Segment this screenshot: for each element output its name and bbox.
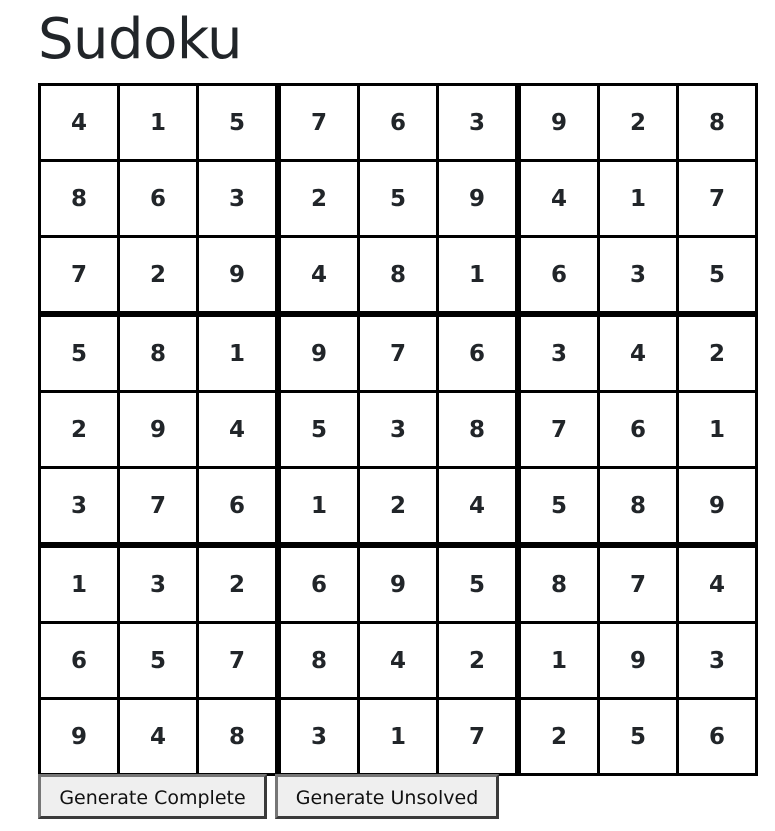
sudoku-cell[interactable]: 4 [597, 312, 679, 393]
sudoku-board: 4157639288632594177294816355819763422945… [38, 83, 758, 776]
sudoku-cell[interactable]: 5 [117, 621, 199, 700]
sudoku-cell[interactable]: 2 [196, 543, 281, 624]
board-row: 132695874 [38, 543, 758, 624]
sudoku-cell[interactable]: 4 [676, 543, 758, 624]
sudoku-cell[interactable]: 7 [516, 390, 600, 469]
sudoku-cell[interactable]: 4 [38, 83, 120, 162]
board-row: 729481635 [38, 235, 758, 317]
sudoku-cell[interactable]: 7 [196, 621, 281, 700]
sudoku-cell[interactable]: 1 [516, 621, 600, 700]
sudoku-cell[interactable]: 6 [516, 235, 600, 317]
button-bar: Generate Complete Generate Unsolved [38, 774, 499, 819]
sudoku-cell[interactable]: 1 [597, 159, 679, 238]
sudoku-cell[interactable]: 6 [357, 83, 439, 162]
sudoku-cell[interactable]: 5 [196, 83, 281, 162]
sudoku-cell[interactable]: 2 [436, 621, 521, 700]
sudoku-cell[interactable]: 7 [117, 466, 199, 548]
sudoku-cell[interactable]: 5 [597, 697, 679, 776]
sudoku-cell[interactable]: 8 [38, 159, 120, 238]
board-row: 415763928 [38, 83, 758, 162]
sudoku-cell[interactable]: 7 [357, 312, 439, 393]
sudoku-cell[interactable]: 5 [436, 543, 521, 624]
sudoku-cell[interactable]: 2 [357, 466, 439, 548]
sudoku-cell[interactable]: 8 [357, 235, 439, 317]
sudoku-cell[interactable]: 2 [676, 312, 758, 393]
sudoku-cell[interactable]: 1 [357, 697, 439, 776]
sudoku-cell[interactable]: 3 [597, 235, 679, 317]
sudoku-cell[interactable]: 9 [117, 390, 199, 469]
board-row: 863259417 [38, 159, 758, 238]
sudoku-cell[interactable]: 3 [38, 466, 120, 548]
sudoku-cell[interactable]: 3 [117, 543, 199, 624]
sudoku-cell[interactable]: 6 [38, 621, 120, 700]
sudoku-cell[interactable]: 7 [436, 697, 521, 776]
sudoku-cell[interactable]: 7 [38, 235, 120, 317]
board-row: 581976342 [38, 312, 758, 393]
sudoku-cell[interactable]: 3 [357, 390, 439, 469]
sudoku-cell[interactable]: 9 [38, 697, 120, 776]
sudoku-cell[interactable]: 9 [196, 235, 281, 317]
sudoku-cell[interactable]: 3 [276, 697, 360, 776]
sudoku-cell[interactable]: 9 [276, 312, 360, 393]
sudoku-cell[interactable]: 4 [516, 159, 600, 238]
sudoku-cell[interactable]: 8 [676, 83, 758, 162]
sudoku-cell[interactable]: 9 [597, 621, 679, 700]
sudoku-cell[interactable]: 2 [38, 390, 120, 469]
board-row: 376124589 [38, 466, 758, 548]
generate-unsolved-button[interactable]: Generate Unsolved [275, 774, 499, 819]
sudoku-cell[interactable]: 6 [276, 543, 360, 624]
sudoku-cell[interactable]: 7 [597, 543, 679, 624]
sudoku-cell[interactable]: 8 [196, 697, 281, 776]
sudoku-cell[interactable]: 4 [117, 697, 199, 776]
sudoku-cell[interactable]: 6 [436, 312, 521, 393]
sudoku-cell[interactable]: 4 [196, 390, 281, 469]
sudoku-cell[interactable]: 5 [276, 390, 360, 469]
sudoku-cell[interactable]: 9 [516, 83, 600, 162]
sudoku-cell[interactable]: 1 [196, 312, 281, 393]
sudoku-cell[interactable]: 8 [436, 390, 521, 469]
sudoku-cell[interactable]: 7 [276, 83, 360, 162]
sudoku-cell[interactable]: 1 [436, 235, 521, 317]
sudoku-cell[interactable]: 2 [516, 697, 600, 776]
sudoku-cell[interactable]: 1 [117, 83, 199, 162]
sudoku-cell[interactable]: 5 [357, 159, 439, 238]
page-title: Sudoku [38, 7, 243, 72]
generate-complete-button[interactable]: Generate Complete [38, 774, 267, 819]
sudoku-cell[interactable]: 9 [676, 466, 758, 548]
sudoku-cell[interactable]: 3 [516, 312, 600, 393]
sudoku-cell[interactable]: 4 [436, 466, 521, 548]
board-row: 294538761 [38, 390, 758, 469]
sudoku-cell[interactable]: 8 [516, 543, 600, 624]
sudoku-cell[interactable]: 8 [117, 312, 199, 393]
sudoku-cell[interactable]: 9 [357, 543, 439, 624]
board-row: 948317256 [38, 697, 758, 776]
sudoku-cell[interactable]: 3 [436, 83, 521, 162]
sudoku-cell[interactable]: 8 [597, 466, 679, 548]
sudoku-cell[interactable]: 6 [597, 390, 679, 469]
sudoku-cell[interactable]: 8 [276, 621, 360, 700]
sudoku-cell[interactable]: 5 [676, 235, 758, 317]
sudoku-cell[interactable]: 2 [276, 159, 360, 238]
sudoku-cell[interactable]: 4 [357, 621, 439, 700]
sudoku-cell[interactable]: 9 [436, 159, 521, 238]
sudoku-cell[interactable]: 6 [676, 697, 758, 776]
sudoku-cell[interactable]: 3 [676, 621, 758, 700]
sudoku-cell[interactable]: 1 [38, 543, 120, 624]
sudoku-cell[interactable]: 4 [276, 235, 360, 317]
sudoku-cell[interactable]: 2 [117, 235, 199, 317]
sudoku-cell[interactable]: 5 [516, 466, 600, 548]
sudoku-cell[interactable]: 2 [597, 83, 679, 162]
sudoku-cell[interactable]: 3 [196, 159, 281, 238]
sudoku-cell[interactable]: 5 [38, 312, 120, 393]
sudoku-cell[interactable]: 7 [676, 159, 758, 238]
sudoku-cell[interactable]: 6 [196, 466, 281, 548]
board-row: 657842193 [38, 621, 758, 700]
sudoku-board-body: 4157639288632594177294816355819763422945… [38, 83, 758, 776]
sudoku-cell[interactable]: 1 [276, 466, 360, 548]
sudoku-cell[interactable]: 6 [117, 159, 199, 238]
sudoku-cell[interactable]: 1 [676, 390, 758, 469]
